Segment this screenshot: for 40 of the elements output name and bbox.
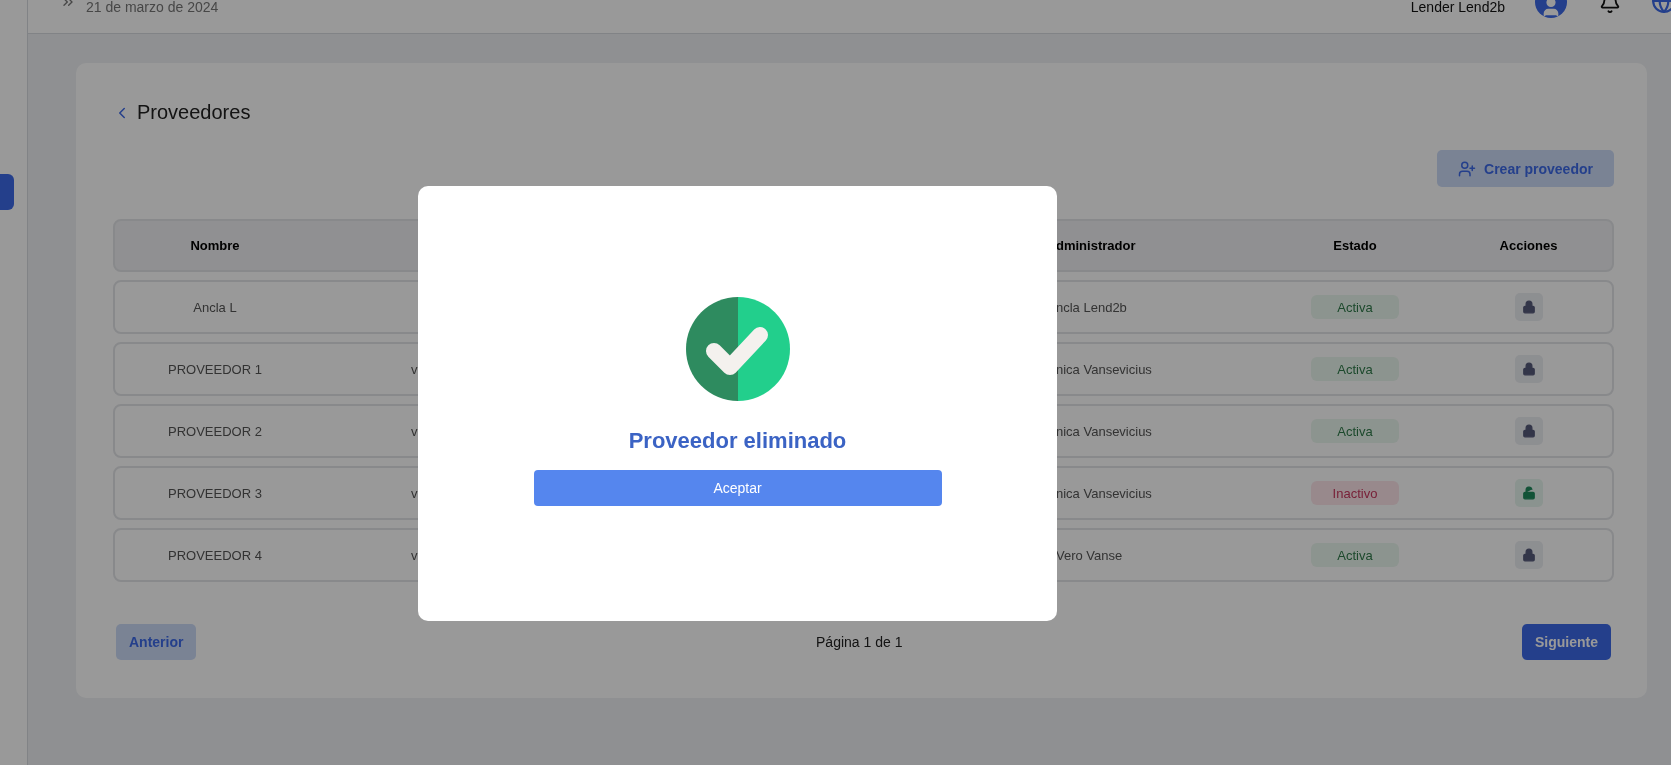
table-cell-text: v [410, 485, 419, 501]
table-cell-text: ncla Lend2b [1056, 299, 1128, 315]
table-cell-text: Ancla L [192, 299, 238, 315]
table-cell-text: nica Vansevicius [1056, 423, 1153, 439]
column-header: dministrador [1056, 238, 1137, 253]
status-badge: Inactivo [1311, 481, 1399, 505]
status-badge: Activa [1311, 295, 1399, 319]
create-button[interactable]: Crear proveedor [1437, 150, 1614, 187]
person-add-icon [1458, 159, 1477, 178]
table-cell-text: PROVEEDOR 2 [167, 423, 263, 439]
table-cell-text: nica Vansevicius [1056, 485, 1153, 501]
status-badge: Activa [1311, 419, 1399, 443]
table-cell-text: v [410, 423, 419, 439]
lock-icon[interactable] [1514, 541, 1543, 569]
previous-button[interactable]: Anterior [116, 624, 197, 660]
next-button[interactable]: Siguiente [1522, 624, 1611, 660]
date-text: 21 de marzo de 2024 [86, 0, 219, 15]
user-name: Lender Lend2b [1410, 0, 1505, 15]
status-badge: Activa [1311, 543, 1399, 567]
table-cell-text: PROVEEDOR 4 [167, 547, 263, 563]
table-cell-text: Vero Vanse [1056, 547, 1124, 563]
table-cell-text: PROVEEDOR 3 [167, 485, 263, 501]
unlock-icon[interactable] [1514, 479, 1543, 507]
success-check-icon [685, 297, 790, 401]
table-cell-text: v [410, 547, 419, 563]
table-cell-text: PROVEEDOR 1 [167, 361, 263, 377]
column-header: Acciones [1498, 238, 1559, 253]
sidebar-tab[interactable] [0, 174, 14, 210]
table-cell-text: v [410, 361, 419, 377]
column-header: Estado [1332, 238, 1378, 253]
modal-title: Proveedor eliminado [628, 428, 847, 454]
page-title: Proveedores [137, 101, 251, 124]
page-info: Página 1 de 1 [816, 634, 903, 650]
accept-button[interactable]: Aceptar [533, 470, 942, 506]
lock-icon[interactable] [1514, 417, 1543, 445]
table-cell-text: nica Vansevicius [1056, 361, 1153, 377]
column-header: Nombre [189, 238, 241, 253]
lock-icon[interactable] [1514, 293, 1543, 321]
lock-icon[interactable] [1514, 355, 1543, 383]
status-badge: Activa [1311, 357, 1399, 381]
